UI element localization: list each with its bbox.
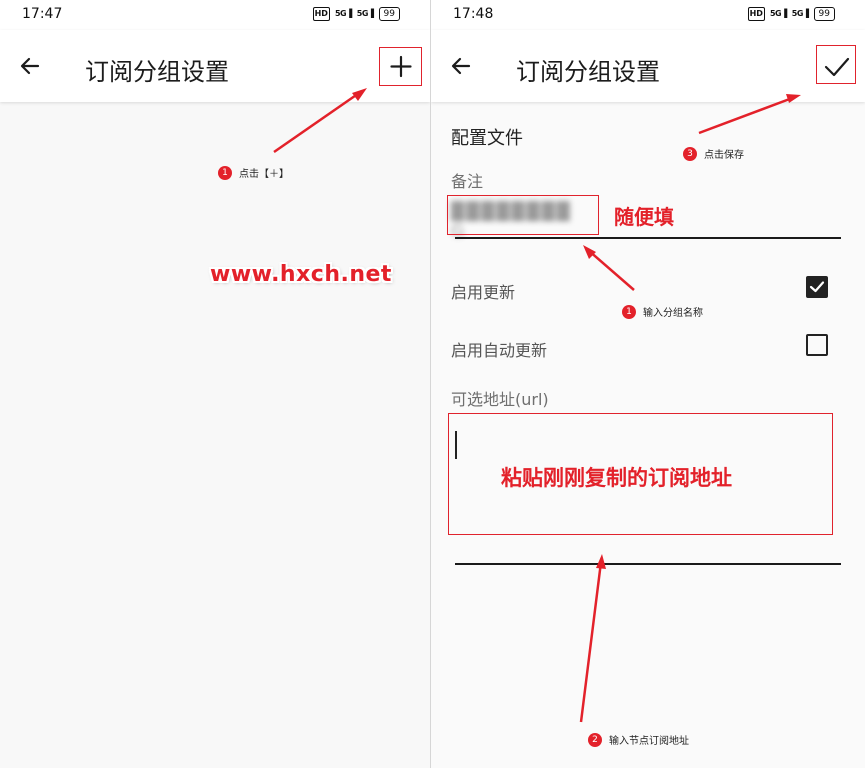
annotation-number: 1	[622, 304, 636, 319]
5g-signal-icon: 5G▐	[334, 9, 352, 18]
5g-signal-icon: 5G▐	[769, 9, 787, 18]
watermark: www.hxch.net	[210, 262, 392, 287]
page-title: 订阅分组设置	[85, 58, 229, 86]
annotation-save: 3 点击保存	[683, 146, 744, 161]
back-arrow-icon[interactable]	[449, 54, 473, 78]
annotation-number: 2	[588, 732, 602, 747]
annotation-arrows	[579, 94, 801, 723]
annotation-text: 点击保存	[704, 150, 744, 161]
signal-label: 5G	[334, 9, 347, 18]
page-title: 订阅分组设置	[516, 58, 660, 86]
remark-underline	[455, 237, 841, 239]
status-bar: 17:48 HD 5G▐ 5G▐ 99	[431, 0, 865, 30]
annotation-number: 1	[218, 165, 232, 180]
enable-auto-update-checkbox[interactable]	[806, 334, 828, 356]
highlight-frame	[447, 195, 599, 235]
status-time: 17:48	[453, 6, 494, 22]
annotation-arrow	[273, 88, 367, 154]
app-bar: 订阅分组设置	[0, 30, 430, 102]
remark-label: 备注	[451, 172, 484, 191]
text-cursor	[455, 431, 457, 459]
signal-label: 5G	[791, 9, 804, 18]
enable-update-checkbox[interactable]	[806, 276, 828, 298]
5g-signal-icon: 5G▐	[791, 9, 809, 18]
status-bar: 17:47 HD 5G▐ 5G▐ 99	[0, 0, 430, 30]
enable-update-label: 启用更新	[451, 283, 516, 302]
highlight-frame	[379, 47, 422, 86]
hd-icon: HD	[312, 7, 330, 21]
annotation-text: 输入节点订阅地址	[609, 736, 689, 747]
battery-icon: 99	[813, 7, 835, 21]
section-title: 配置文件	[451, 128, 523, 149]
status-icons: HD 5G▐ 5G▐ 99	[312, 7, 400, 21]
signal-label: 5G	[769, 9, 782, 18]
url-underline	[455, 563, 841, 565]
annotation-number: 3	[683, 146, 697, 161]
highlight-frame	[816, 45, 856, 84]
5g-signal-icon: 5G▐	[356, 9, 374, 18]
battery-icon: 99	[378, 7, 400, 21]
annotation-url: 2 输入节点订阅地址	[588, 732, 689, 747]
check-icon	[809, 281, 825, 293]
back-arrow-icon[interactable]	[18, 54, 42, 78]
annotation-add: 1 点击【＋】	[218, 165, 289, 180]
right-screen: 17:48 HD 5G▐ 5G▐ 99 订阅分组设置 配置文件 备注 █████…	[431, 0, 865, 768]
app-bar: 订阅分组设置	[431, 30, 865, 102]
enable-auto-update-label: 启用自动更新	[451, 341, 548, 360]
status-time: 17:47	[22, 6, 63, 22]
annotation-text: 点击【＋】	[239, 169, 289, 180]
status-icons: HD 5G▐ 5G▐ 99	[747, 7, 835, 21]
url-label: 可选地址(url)	[451, 390, 549, 409]
url-note: 粘贴刚刚复制的订阅地址	[501, 466, 732, 490]
remark-note: 随便填	[614, 205, 674, 229]
annotation-remark: 1 输入分组名称	[622, 304, 703, 319]
hd-icon: HD	[747, 7, 765, 21]
signal-label: 5G	[356, 9, 369, 18]
left-screen: 17:47 HD 5G▐ 5G▐ 99 订阅分组设置 1 点击【＋】 www.h…	[0, 0, 430, 768]
annotation-text: 输入分组名称	[643, 308, 703, 319]
